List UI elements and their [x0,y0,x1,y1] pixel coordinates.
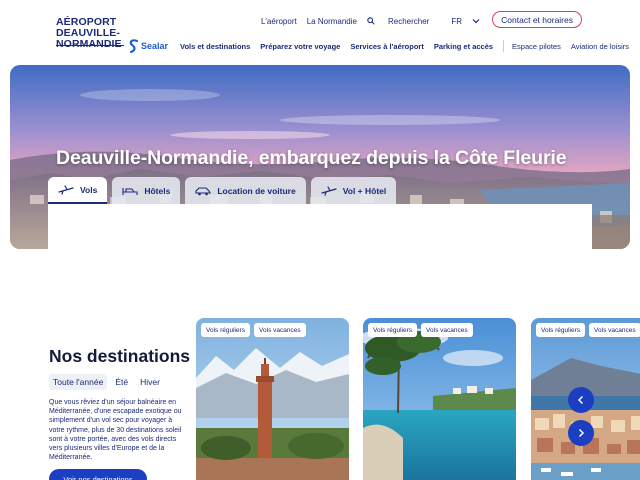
badge-holiday-flights: Vols vacances [254,323,306,337]
hero-title: Deauville-Normandie, embarquez depuis la… [56,147,567,169]
nav-airport-services[interactable]: Services à l'aéroport [350,42,424,51]
badge-regular-flights: Vols réguliers [536,323,586,337]
tab-hotels[interactable]: Hôtels [112,177,181,204]
tab-flights[interactable]: Vols [48,177,108,204]
chevron-right-icon [578,428,585,438]
tab-flights-label: Vols [80,184,98,195]
season-all-year[interactable]: Toute l'année [49,374,108,390]
destination-image [196,318,349,480]
util-link-normandy[interactable]: La Normandie [307,17,357,26]
tab-flight-hotel[interactable]: Vol + Hôtel [310,177,397,204]
booking-panel [48,204,592,249]
plane-hotel-icon [321,185,337,196]
see-destinations-button[interactable]: Voir nos destinations [49,469,147,480]
badge-regular-flights: Vols réguliers [201,323,251,337]
tab-car-rental-label: Location de voiture [217,185,296,196]
badge-regular-flights: Vols réguliers [368,323,418,337]
destination-card[interactable]: Vols réguliers Vols vacances [363,318,516,480]
carousel-next-button[interactable] [568,420,594,446]
chevron-left-icon [577,395,584,405]
plane-icon [58,184,74,195]
nav-leisure-aviation[interactable]: Aviation de loisirs [571,42,629,51]
nav-divider [503,40,505,52]
bed-icon [122,187,138,195]
search-icon [367,17,375,25]
destination-image [363,318,516,480]
main-nav: Vols et destinations Préparez votre voya… [180,40,639,52]
season-winter[interactable]: Hiver [136,374,164,390]
contact-hours-button[interactable]: Contact et horaires [492,11,582,28]
search-label: Rechercher [387,16,430,26]
card-badges: Vols réguliers Vols vacances [368,323,473,337]
chevron-down-icon [472,19,480,24]
badge-holiday-flights: Vols vacances [421,323,473,337]
search-button[interactable]: Rechercher [367,17,429,26]
destination-card[interactable]: Vols réguliers Vols vacances [196,318,349,480]
tab-car-rental[interactable]: Location de voiture [185,177,306,204]
util-link-airport[interactable]: L'aéroport [261,17,297,26]
logo-subline: Sealar [56,39,171,53]
logo-divider [56,45,124,46]
nav-prepare-trip[interactable]: Préparez votre voyage [260,42,340,51]
tab-flight-hotel-label: Vol + Hôtel [342,185,387,196]
language-label: FR [451,16,462,26]
nav-parking-access[interactable]: Parking et accès [434,42,493,51]
nav-pilots-space[interactable]: Espace pilotes [512,42,561,51]
site-header: AÉROPORT DEAUVILLE-NORMANDIE Sealar L'aé… [0,0,640,62]
booking-tabs: Vols Hôtels Location de voiture Vol + Hô… [48,177,397,204]
airport-logo[interactable]: AÉROPORT DEAUVILLE-NORMANDIE Sealar [56,17,171,53]
car-icon [195,186,212,195]
sealar-icon [129,39,139,53]
tab-hotels-label: Hôtels [144,185,171,196]
language-select[interactable]: FR [441,17,480,26]
card-badges: Vols réguliers Vols vacances [201,323,306,337]
card-badges: Vols réguliers Vols vacances [536,323,640,337]
season-filter: Toute l'année Été Hiver [49,374,164,390]
utility-nav: L'aéroport La Normandie Rechercher FR [251,14,480,28]
nav-flights[interactable]: Vols et destinations [180,42,250,51]
destinations-title: Nos destinations [49,346,190,366]
sealar-brand: Sealar [128,39,168,53]
sealar-label: Sealar [141,41,169,51]
destinations-description: Que vous rêviez d'un séjour balnéaire en… [49,399,182,462]
carousel-prev-button[interactable] [568,387,594,413]
season-summer[interactable]: Été [111,374,132,390]
badge-holiday-flights: Vols vacances [589,323,640,337]
